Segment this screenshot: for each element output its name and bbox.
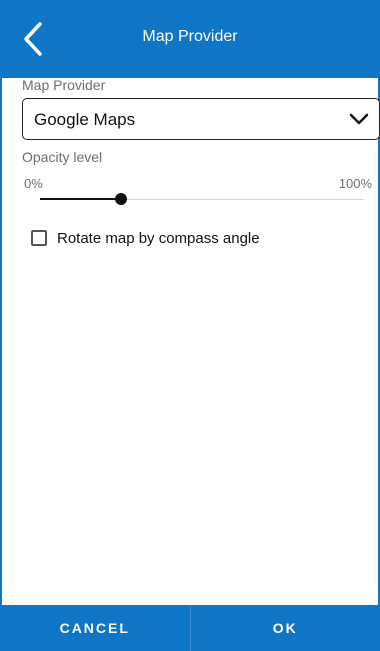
rotate-map-checkbox[interactable] <box>31 230 47 246</box>
page-title: Map Provider <box>142 28 238 45</box>
map-provider-label: Map Provider <box>22 77 106 93</box>
map-provider-screen: Map Provider Map Provider Google Maps Op… <box>0 0 380 651</box>
map-provider-selected-value: Google Maps <box>34 110 136 129</box>
opacity-slider[interactable] <box>40 192 364 208</box>
slider-thumb[interactable] <box>115 193 127 205</box>
app-header: Map Provider <box>0 0 380 78</box>
cancel-button[interactable]: CANCEL <box>0 605 190 651</box>
dialog-footer: CANCEL OK <box>0 605 380 651</box>
rotate-map-label: Rotate map by compass angle <box>57 229 260 247</box>
rotate-map-option[interactable]: Rotate map by compass angle <box>31 228 260 248</box>
opacity-level-label: Opacity level <box>22 149 103 165</box>
map-provider-select[interactable]: Google Maps <box>22 98 380 140</box>
chevron-down-icon <box>349 111 369 127</box>
opacity-max-label: 100% <box>338 176 372 191</box>
ok-button[interactable]: OK <box>191 605 380 651</box>
slider-fill <box>40 198 121 200</box>
opacity-min-label: 0% <box>24 176 43 191</box>
